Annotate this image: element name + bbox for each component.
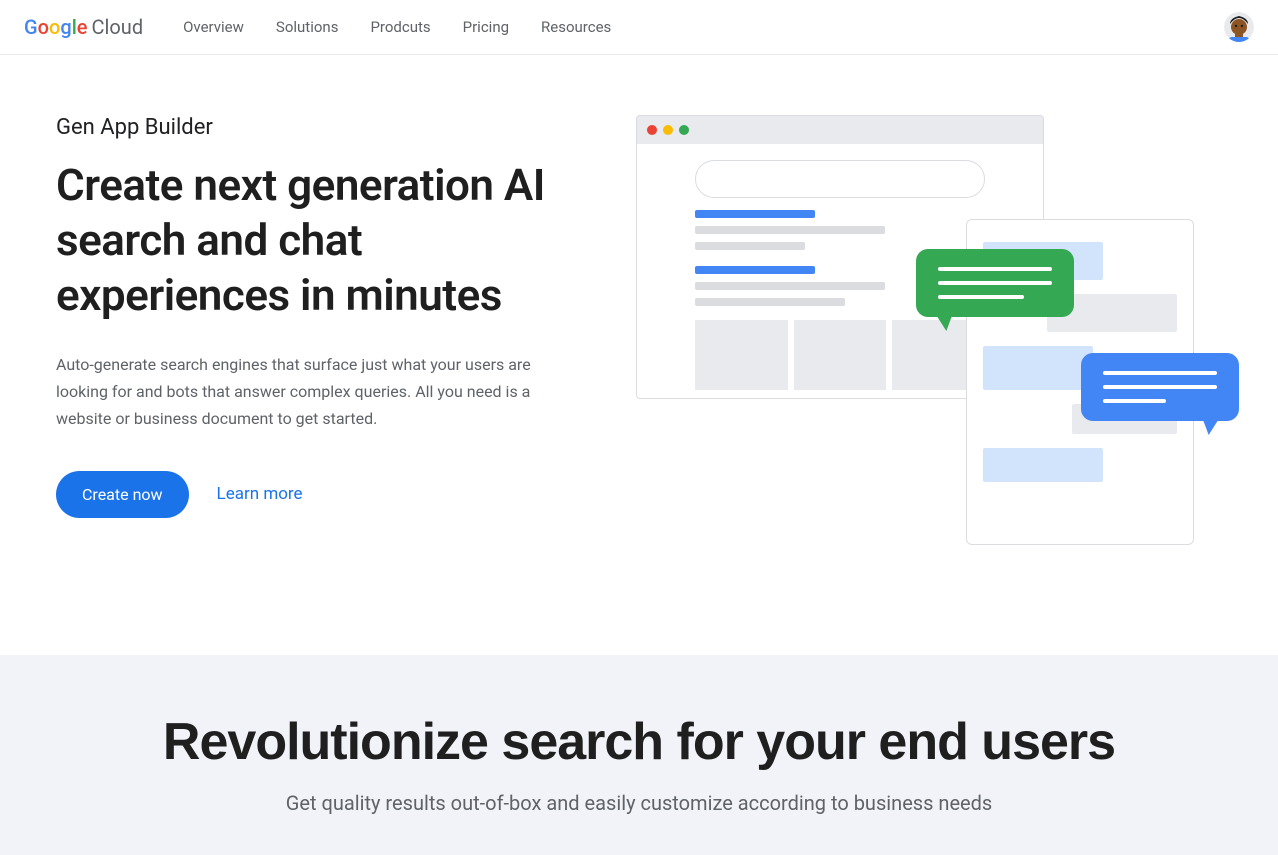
nav-products[interactable]: Prodcuts	[370, 18, 430, 36]
speech-bubble-blue-icon	[1081, 353, 1239, 421]
brand-suffix: Cloud	[92, 15, 144, 39]
create-now-button[interactable]: Create now	[56, 471, 189, 518]
avatar[interactable]	[1224, 12, 1254, 42]
revolutionize-section: Revolutionize search for your end users …	[0, 655, 1278, 855]
nav-overview[interactable]: Overview	[183, 18, 244, 36]
top-nav: Google Cloud Overview Solutions Prodcuts…	[0, 0, 1278, 55]
traffic-light-maximize-icon	[679, 125, 689, 135]
learn-more-link[interactable]: Learn more	[217, 484, 303, 504]
section2-title: Revolutionize search for your end users	[40, 711, 1238, 773]
illustration-chat-msg	[983, 448, 1103, 482]
section2-subtitle: Get quality results out-of-box and easil…	[40, 791, 1238, 815]
hero-illustration	[636, 115, 1222, 575]
primary-nav: Overview Solutions Prodcuts Pricing Reso…	[183, 18, 611, 36]
hero-section: Gen App Builder Create next generation A…	[0, 55, 1278, 655]
hero-eyebrow: Gen App Builder	[56, 115, 596, 140]
speech-bubble-green-icon	[916, 249, 1074, 317]
logo[interactable]: Google Cloud	[24, 15, 143, 39]
nav-resources[interactable]: Resources	[541, 18, 611, 36]
hero-copy: Gen App Builder Create next generation A…	[56, 115, 596, 575]
google-wordmark: Google	[24, 15, 88, 39]
hero-title: Create next generation AI search and cha…	[56, 158, 596, 323]
nav-solutions[interactable]: Solutions	[276, 18, 339, 36]
traffic-light-close-icon	[647, 125, 657, 135]
traffic-light-minimize-icon	[663, 125, 673, 135]
illustration-chat-msg	[983, 346, 1093, 390]
illustration-search-input	[695, 160, 985, 198]
nav-pricing[interactable]: Pricing	[463, 18, 509, 36]
browser-titlebar	[637, 116, 1043, 144]
hero-description: Auto-generate search engines that surfac…	[56, 351, 566, 433]
hero-cta-row: Create now Learn more	[56, 471, 596, 518]
